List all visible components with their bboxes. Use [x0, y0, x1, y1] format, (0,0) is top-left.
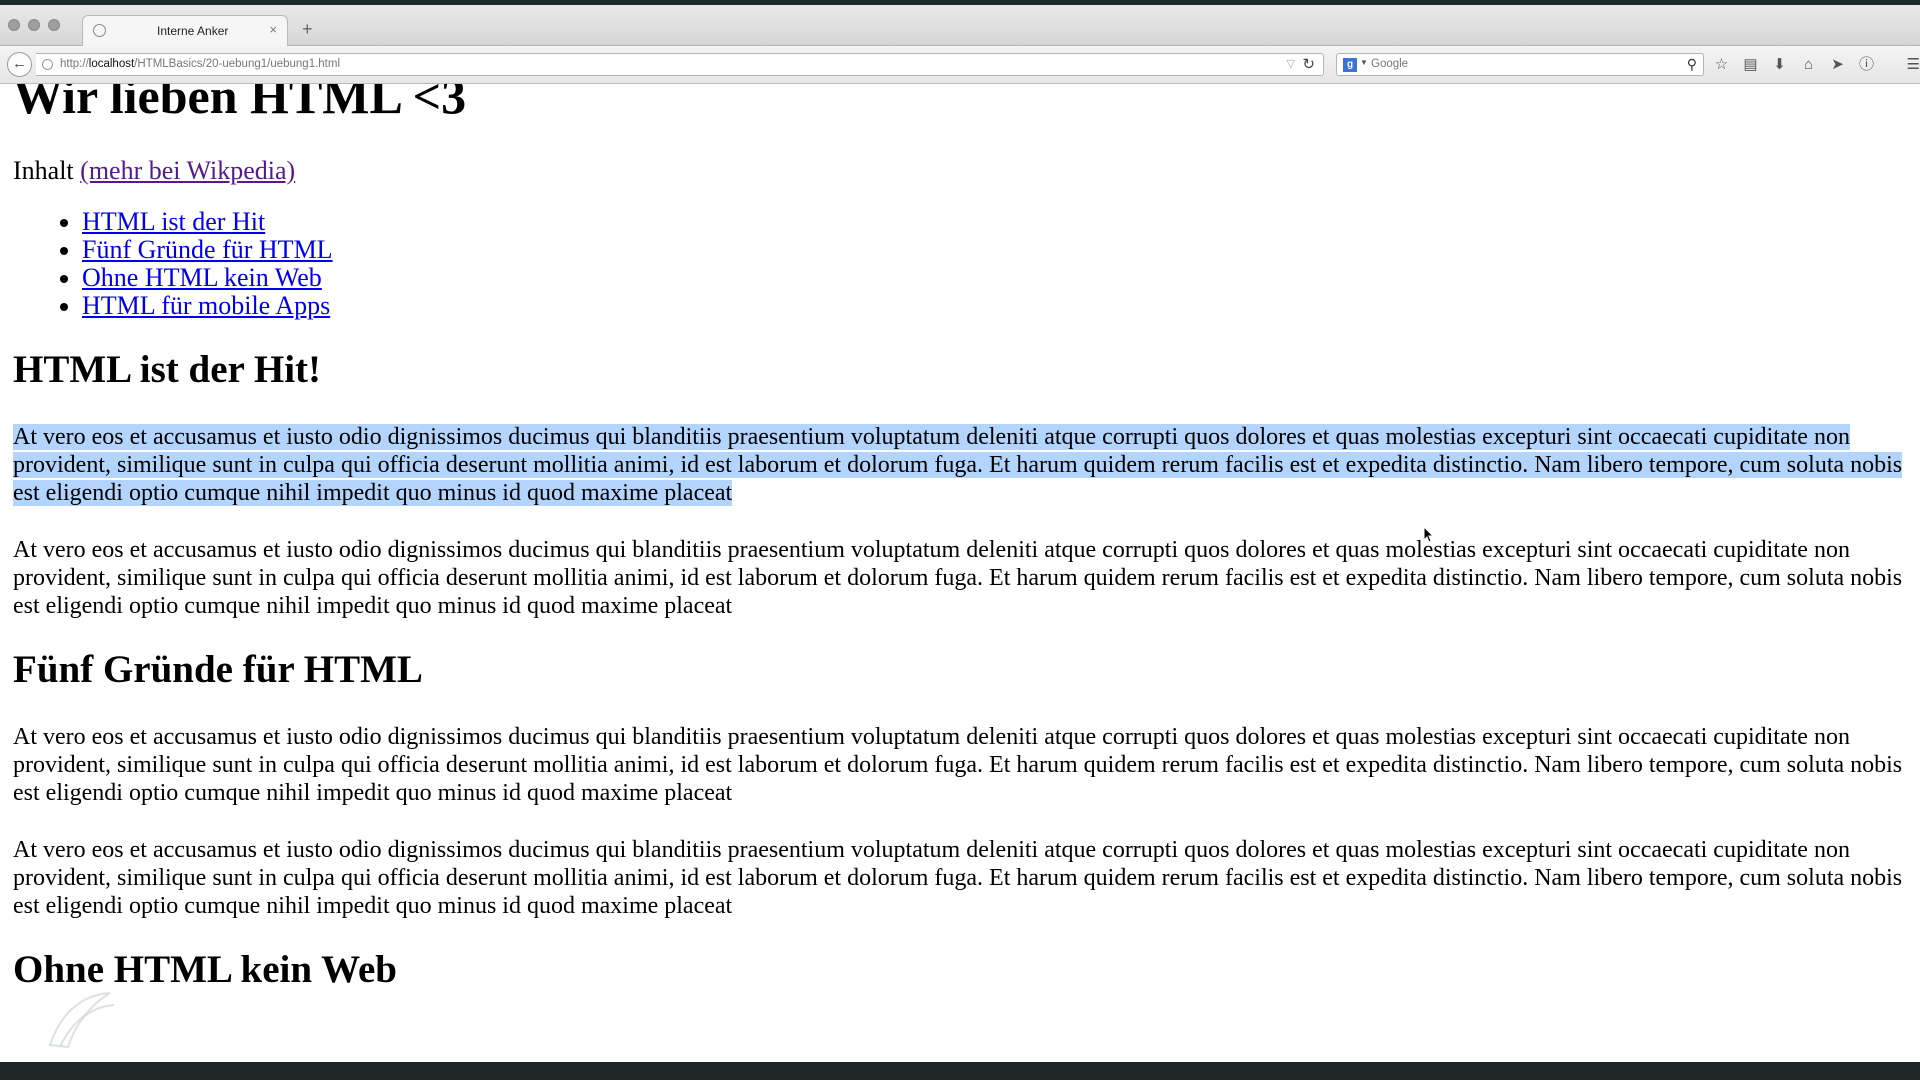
- page-title: Wir lieben HTML <3: [13, 84, 467, 124]
- minimize-window-button[interactable]: [28, 19, 40, 31]
- inhalt-label: Inhalt: [13, 156, 74, 185]
- section-heading-ohne-html-kein-web: Ohne HTML kein Web: [13, 948, 397, 991]
- url-bar[interactable]: http://localhost/HTMLBasics/20-uebung1/u…: [36, 53, 1324, 76]
- toc-link-html-ist-der-hit[interactable]: HTML ist der Hit: [82, 207, 265, 236]
- back-button[interactable]: ←: [7, 52, 32, 77]
- send-icon[interactable]: ➤: [1828, 55, 1847, 74]
- watermark-logo-icon: [48, 992, 115, 1049]
- section-heading-fuenf-gruende: Fünf Gründe für HTML: [13, 648, 423, 691]
- download-icon[interactable]: ⬇: [1770, 55, 1789, 74]
- inhalt-line: Inhalt (mehr bei Wikpedia): [13, 156, 1903, 186]
- url-text[interactable]: http://localhost/HTMLBasics/20-uebung1/u…: [60, 58, 340, 70]
- tab-close-icon[interactable]: ×: [269, 22, 277, 37]
- zoom-window-button[interactable]: [48, 19, 60, 31]
- page-content: Wir lieben HTML <3 Inhalt (mehr bei Wikp…: [0, 84, 1920, 1062]
- section-heading-html-ist-der-hit: HTML ist der Hit!: [13, 348, 322, 391]
- toc-item: Fünf Gründe für HTML: [82, 236, 1903, 264]
- home-icon[interactable]: ⌂: [1799, 55, 1818, 74]
- reading-list-icon[interactable]: ▤: [1741, 55, 1760, 74]
- search-icon[interactable]: ⚲: [1687, 56, 1697, 73]
- status-strip: [0, 1062, 1920, 1080]
- paragraph-selected: At vero eos et accusamus et iusto odio d…: [13, 423, 1903, 507]
- reload-icon[interactable]: ↻: [1302, 55, 1315, 73]
- page-favicon-icon: [93, 24, 106, 37]
- paragraph: At vero eos et accusamus et iusto odio d…: [13, 537, 1903, 619]
- selected-text: At vero eos et accusamus et iusto odio d…: [13, 424, 1903, 506]
- toc-item: HTML ist der Hit: [82, 208, 1903, 236]
- history-dropdown-icon[interactable]: ▽: [1287, 57, 1295, 70]
- close-window-button[interactable]: [8, 19, 20, 31]
- paragraph: At vero eos et accusamus et iusto odio d…: [13, 837, 1903, 919]
- tab-interne-anker[interactable]: Interne Anker ×: [82, 15, 288, 46]
- toc-link-html-mobile-apps[interactable]: HTML für mobile Apps: [82, 291, 330, 320]
- navigation-bar: ← http://localhost/HTMLBasics/20-uebung1…: [0, 46, 1920, 84]
- search-engine-icon[interactable]: g: [1343, 58, 1357, 72]
- search-engine-dropdown-icon[interactable]: ▼: [1360, 58, 1368, 67]
- bookmark-star-icon[interactable]: ☆: [1712, 55, 1731, 74]
- mouse-cursor-icon: [1423, 526, 1435, 543]
- new-tab-button[interactable]: +: [302, 20, 313, 38]
- toc-item: Ohne HTML kein Web: [82, 264, 1903, 292]
- info-icon[interactable]: ⓘ: [1857, 55, 1876, 74]
- table-of-contents: HTML ist der Hit Fünf Gründe für HTML Oh…: [13, 208, 1903, 320]
- menu-icon[interactable]: ☰: [1907, 55, 1920, 73]
- toc-link-fuenf-gruende[interactable]: Fünf Gründe für HTML: [82, 235, 333, 264]
- browser-window: Interne Anker × + ← http://localhost/HTM…: [0, 5, 1920, 1062]
- back-icon: ←: [12, 55, 27, 72]
- paragraph: At vero eos et accusamus et iusto odio d…: [13, 724, 1903, 806]
- search-bar[interactable]: g ▼ Google ⚲: [1336, 53, 1704, 76]
- tab-title: Interne Anker: [157, 24, 229, 38]
- toolbar-icons: ☆ ▤ ⬇ ⌂ ➤ ⓘ: [1712, 55, 1876, 74]
- toc-item: HTML für mobile Apps: [82, 292, 1903, 320]
- tab-strip: Interne Anker × +: [0, 5, 1920, 46]
- search-placeholder[interactable]: Google: [1371, 58, 1408, 70]
- toc-link-ohne-html-kein-web[interactable]: Ohne HTML kein Web: [82, 263, 322, 292]
- window-controls: [8, 19, 60, 31]
- site-identity-icon[interactable]: [42, 59, 53, 70]
- wikipedia-link[interactable]: (mehr bei Wikpedia): [80, 156, 295, 185]
